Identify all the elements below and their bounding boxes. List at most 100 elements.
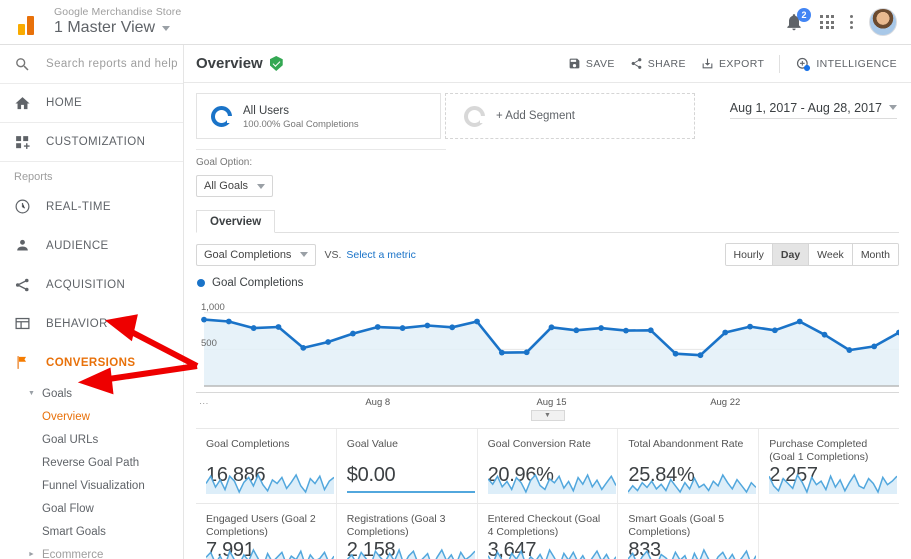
- legend-label: Goal Completions: [212, 277, 304, 289]
- select-a-metric-link[interactable]: Select a metric: [346, 249, 415, 261]
- goal-option-select[interactable]: All Goals: [196, 175, 274, 197]
- chevron-right-icon: ►: [28, 551, 35, 558]
- notification-badge: 2: [797, 8, 811, 22]
- kpi-label: Registrations (Goal 3 Completions): [346, 513, 446, 539]
- property-name: Google Merchandise Store: [54, 6, 182, 19]
- logo-bar-small: [18, 24, 25, 35]
- sidebar-group-goals[interactable]: ▼ Goals: [0, 382, 183, 405]
- intelligence-button[interactable]: INTELLIGENCE: [795, 56, 897, 72]
- kpi-sparkline: [768, 472, 898, 497]
- save-button[interactable]: SAVE: [568, 57, 615, 70]
- sidebar-item-audience[interactable]: AUDIENCE: [0, 226, 183, 265]
- kpi-card[interactable]: Goal Conversion Rate 20.96%: [478, 429, 619, 503]
- sidebar-group-label: Goals: [42, 387, 73, 400]
- top-bar-actions: 2: [784, 8, 911, 36]
- metric-controls: Goal Completions VS. Select a metric Hou…: [184, 233, 911, 266]
- sidebar: Search reports and help HOME CUSTOMIZATI…: [0, 45, 184, 559]
- date-range-picker[interactable]: Aug 1, 2017 - Aug 28, 2017: [729, 93, 897, 119]
- export-button[interactable]: EXPORT: [701, 57, 764, 70]
- verified-shield-icon: [269, 56, 283, 71]
- kpi-sparkline: [487, 472, 617, 497]
- kpi-label: Purchase Completed (Goal 1 Completions): [769, 438, 869, 464]
- add-segment-label: + Add Segment: [496, 110, 575, 122]
- kpi-label: Goal Completions: [206, 438, 290, 450]
- export-label: EXPORT: [718, 57, 765, 70]
- apps-grid-icon[interactable]: [820, 15, 834, 29]
- kpi-card[interactable]: Goal Value $0.00: [337, 429, 478, 503]
- kpi-card[interactable]: Goal Completions 16,886: [196, 429, 337, 503]
- goal-completions-chart[interactable]: 1,000 500: [196, 292, 899, 392]
- granularity-day[interactable]: Day: [772, 244, 810, 265]
- chevron-down-icon: [257, 183, 266, 189]
- sidebar-item-smart-goals[interactable]: Smart Goals: [0, 520, 183, 543]
- vs-label: VS.: [324, 248, 342, 261]
- kpi-card[interactable]: Purchase Completed (Goal 1 Completions) 2…: [759, 429, 899, 503]
- analytics-logo-icon[interactable]: [0, 9, 54, 35]
- chart-svg: [201, 312, 899, 387]
- kpi-card[interactable]: Registrations (Goal 3 Completions) 2,158: [337, 504, 478, 559]
- granularity-toggle: Hourly Day Week Month: [724, 243, 899, 266]
- segment-name: All Users: [243, 104, 290, 117]
- acquisition-icon: [14, 276, 46, 294]
- sidebar-group-ecommerce[interactable]: ► Ecommerce: [0, 543, 183, 559]
- behavior-icon: [14, 315, 46, 332]
- kpi-label: Engaged Users (Goal 2 Completions): [206, 513, 316, 539]
- primary-metric-select[interactable]: Goal Completions: [196, 243, 317, 266]
- chart-legend: Goal Completions: [184, 266, 911, 289]
- primary-metric-value: Goal Completions: [204, 248, 292, 261]
- kebab-menu-icon[interactable]: [850, 15, 853, 29]
- y-axis-tick-500: 500: [201, 338, 217, 350]
- kpi-card[interactable]: Smart Goals (Goal 5 Completions) 833: [618, 504, 760, 559]
- kpi-card[interactable]: Total Abandonment Rate 25.84%: [618, 429, 760, 503]
- sidebar-item-conversions[interactable]: CONVERSIONS: [0, 343, 183, 382]
- share-button[interactable]: SHARE: [630, 57, 686, 70]
- property-selector[interactable]: Google Merchandise Store 1 Master View: [54, 6, 181, 37]
- search-placeholder: Search reports and help: [46, 58, 178, 70]
- add-segment-button[interactable]: + Add Segment: [445, 93, 695, 139]
- kpi-sparkline: [346, 547, 476, 559]
- sidebar-item-funnel-visualization[interactable]: Funnel Visualization: [0, 474, 183, 497]
- notifications-bell-icon[interactable]: 2: [784, 8, 811, 32]
- segment-all-users[interactable]: All Users 100.00% Goal Completions: [196, 93, 441, 139]
- reports-section-label: Reports: [14, 171, 53, 183]
- sidebar-item-behavior[interactable]: BEHAVIOR: [0, 304, 183, 343]
- granularity-month[interactable]: Month: [852, 244, 898, 265]
- sidebar-item-label: REAL-TIME: [46, 200, 111, 213]
- segment-bar: All Users 100.00% Goal Completions + Add…: [184, 83, 911, 139]
- view-selector[interactable]: 1 Master View: [54, 19, 181, 37]
- sidebar-item-real-time[interactable]: REAL-TIME: [0, 187, 183, 226]
- chevron-down-icon: [300, 252, 309, 257]
- sidebar-item-goal-urls[interactable]: Goal URLs: [0, 428, 183, 451]
- page-title: Overview: [196, 55, 263, 72]
- x-axis-tick-aug8: Aug 8: [365, 397, 391, 408]
- tab-overview[interactable]: Overview: [196, 210, 276, 233]
- kpi-card-empty: [759, 504, 899, 559]
- sidebar-item-goal-flow[interactable]: Goal Flow: [0, 497, 183, 520]
- save-icon: [569, 58, 580, 69]
- sidebar-item-acquisition[interactable]: ACQUISITION: [0, 265, 183, 304]
- sidebar-item-home[interactable]: HOME: [0, 84, 183, 123]
- sidebar-group-label: Ecommerce: [42, 548, 104, 559]
- x-axis-ellipsis: ···: [199, 398, 209, 409]
- granularity-hourly[interactable]: Hourly: [725, 244, 773, 265]
- kpi-sparkline: [486, 547, 617, 559]
- granularity-week[interactable]: Week: [809, 244, 853, 265]
- avatar[interactable]: [869, 8, 897, 36]
- sidebar-item-reverse-goal-path[interactable]: Reverse Goal Path: [0, 451, 183, 474]
- sidebar-item-overview[interactable]: Overview: [0, 405, 183, 428]
- chart-expand-handle[interactable]: ▼: [530, 410, 565, 421]
- search-icon: [14, 56, 46, 73]
- sidebar-item-label: Overview: [42, 410, 90, 423]
- chevron-down-icon[interactable]: [162, 26, 171, 32]
- kpi-card[interactable]: Engaged Users (Goal 2 Completions) 7,991: [196, 504, 337, 559]
- tab-bar: Overview: [196, 209, 899, 233]
- x-axis-tick-aug15: Aug 15: [536, 397, 567, 408]
- home-icon: [14, 95, 46, 112]
- sidebar-item-customization[interactable]: CUSTOMIZATION: [0, 123, 183, 162]
- top-bar: Google Merchandise Store 1 Master View 2: [0, 0, 911, 45]
- kpi-card[interactable]: Entered Checkout (Goal 4 Completions) 3,6…: [478, 504, 619, 559]
- search-input[interactable]: Search reports and help: [0, 45, 183, 84]
- sidebar-item-label: Reverse Goal Path: [42, 456, 140, 469]
- y-axis-tick-1000: 1,000: [201, 301, 225, 313]
- date-range-label: Aug 1, 2017 - Aug 28, 2017: [729, 100, 882, 115]
